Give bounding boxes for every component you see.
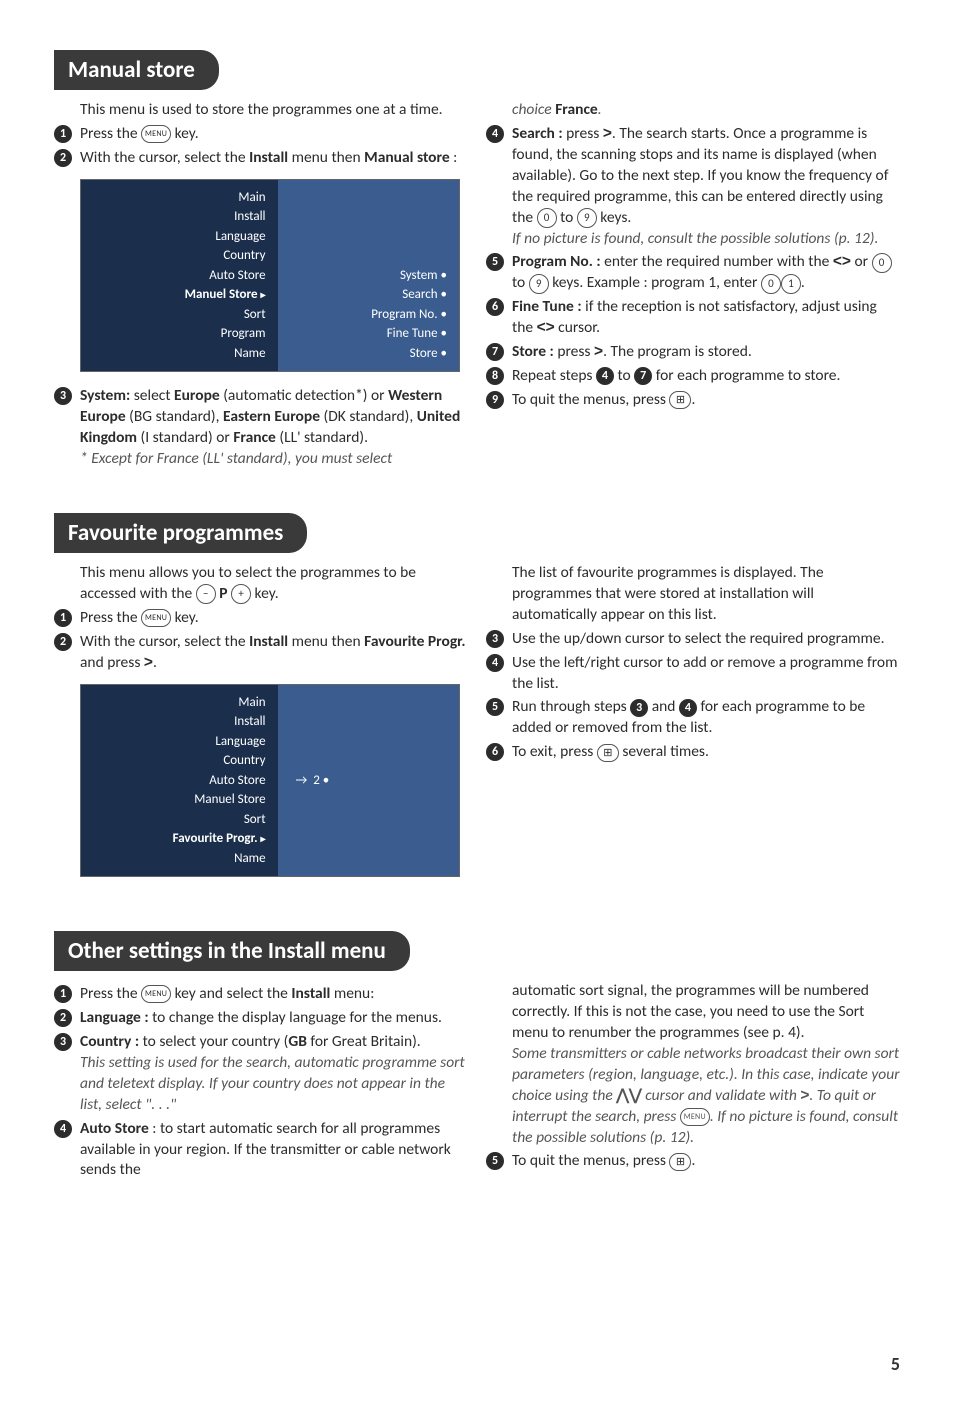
num-9: 9 <box>486 391 504 409</box>
menu-key-icon: MENU <box>141 125 171 143</box>
auto-store-cont: automatic sort signal, the programmes wi… <box>486 981 900 1044</box>
num-1: 1 <box>54 125 72 143</box>
step-1: 1Press the MENU key. <box>54 608 468 629</box>
step-5: 5To quit the menus, press ⊞. <box>486 1151 900 1172</box>
auto-store-note: Some transmitters or cable networks broa… <box>486 1044 900 1149</box>
key-9-icon: 9 <box>529 274 549 294</box>
num-5: 5 <box>486 698 504 716</box>
num-1: 1 <box>54 985 72 1003</box>
col-left: This menu allows you to select the progr… <box>54 563 468 891</box>
section-favourite: Favourite programmes This menu allows yo… <box>54 513 900 891</box>
step-2: 2With the cursor, select the Install men… <box>54 632 468 674</box>
menu-key-icon: MENU <box>141 609 171 627</box>
menu-screenshot-2: Main Install Language Country Auto Store… <box>80 684 460 878</box>
ref-4-icon: 4 <box>679 699 697 717</box>
num-2: 2 <box>54 149 72 167</box>
exit-key-icon: ⊞ <box>597 744 619 762</box>
key-0-icon: 0 <box>872 253 892 273</box>
step-1: 1Press the MENU key and select the Insta… <box>54 984 468 1005</box>
section-other: Other settings in the Install menu 1Pres… <box>54 931 900 1184</box>
key-0-icon: 0 <box>537 208 557 228</box>
col-right: choice France. 4Search : press >. The se… <box>486 100 900 473</box>
fav-desc: The list of favourite programmes is disp… <box>486 563 900 626</box>
col-right: The list of favourite programmes is disp… <box>486 563 900 891</box>
step-6: 6Fine Tune : if the reception is not sat… <box>486 297 900 339</box>
exit-key-icon: ⊞ <box>669 1153 691 1171</box>
num-7: 7 <box>486 343 504 361</box>
key-1-icon: 1 <box>781 274 801 294</box>
step-4: 4Auto Store : to start automatic search … <box>54 1119 468 1182</box>
step-7: 7Store : press >. The program is stored. <box>486 342 900 363</box>
num-4: 4 <box>486 654 504 672</box>
num-3: 3 <box>54 387 72 405</box>
step-5: 5Program No. : enter the required number… <box>486 252 900 294</box>
intro-text: This menu is used to store the programme… <box>54 100 468 121</box>
num-3: 3 <box>486 630 504 648</box>
step-2: 2With the cursor, select the Install men… <box>54 148 468 169</box>
menu-key-icon: MENU <box>680 1108 710 1126</box>
page-number: 5 <box>891 1353 900 1375</box>
num-5: 5 <box>486 253 504 271</box>
num-6: 6 <box>486 298 504 316</box>
col-right: automatic sort signal, the programmes wi… <box>486 981 900 1184</box>
ref-7-icon: 7 <box>634 367 652 385</box>
title-favourite: Favourite programmes <box>54 513 307 553</box>
menu-selected-item: Manuel Store ▸ <box>87 285 266 305</box>
ref-4-icon: 4 <box>596 367 614 385</box>
plus-key-icon: + <box>231 584 251 604</box>
col-left: 1Press the MENU key and select the Insta… <box>54 981 468 1184</box>
num-4: 4 <box>486 125 504 143</box>
step-4: 4Use the left/right cursor to add or rem… <box>486 653 900 695</box>
num-1: 1 <box>54 609 72 627</box>
menu-selected-item: Favourite Progr. ▸ <box>87 829 266 849</box>
intro-text: This menu allows you to select the progr… <box>54 563 468 605</box>
section-manual-store: Manual store This menu is used to store … <box>54 50 900 473</box>
step-2: 2Language : to change the display langua… <box>54 1008 468 1029</box>
minus-key-icon: − <box>196 584 216 604</box>
step-9: 9To quit the menus, press ⊞. <box>486 390 900 411</box>
num-8: 8 <box>486 367 504 385</box>
num-4: 4 <box>54 1120 72 1138</box>
exit-key-icon: ⊞ <box>669 391 691 409</box>
num-2: 2 <box>54 1009 72 1027</box>
step-3: 3Country : to select your country (GB fo… <box>54 1032 468 1116</box>
title-other: Other settings in the Install menu <box>54 931 410 971</box>
ref-3-icon: 3 <box>630 699 648 717</box>
num-5: 5 <box>486 1152 504 1170</box>
step-6: 6To exit, press ⊞ several times. <box>486 742 900 763</box>
num-2: 2 <box>54 633 72 651</box>
step-5: 5Run through steps 3 and 4 for each prog… <box>486 697 900 739</box>
step-3: 3Use the up/down cursor to select the re… <box>486 629 900 650</box>
menu-left-panel: Main Install Language Country Auto Store… <box>81 180 278 372</box>
menu-key-icon: MENU <box>141 985 171 1003</box>
num-6: 6 <box>486 743 504 761</box>
step-8: 8Repeat steps 4 to 7 for each programme … <box>486 366 900 387</box>
step-4: 4Search : press >. The search starts. On… <box>486 124 900 250</box>
menu-left-panel: Main Install Language Country Auto Store… <box>81 685 278 877</box>
col-left: This menu is used to store the programme… <box>54 100 468 473</box>
menu-right-panel: → 2 • <box>278 685 459 877</box>
menu-right-panel: System • Search • Program No. • Fine Tun… <box>278 180 459 372</box>
title-manual-store: Manual store <box>54 50 219 90</box>
menu-screenshot-1: Main Install Language Country Auto Store… <box>80 179 460 373</box>
key-0-icon: 0 <box>761 274 781 294</box>
key-9-icon: 9 <box>577 208 597 228</box>
step-1: 1Press the MENU key. <box>54 124 468 145</box>
num-3: 3 <box>54 1033 72 1051</box>
step-3: 3System: select Europe (automatic detect… <box>54 386 468 470</box>
